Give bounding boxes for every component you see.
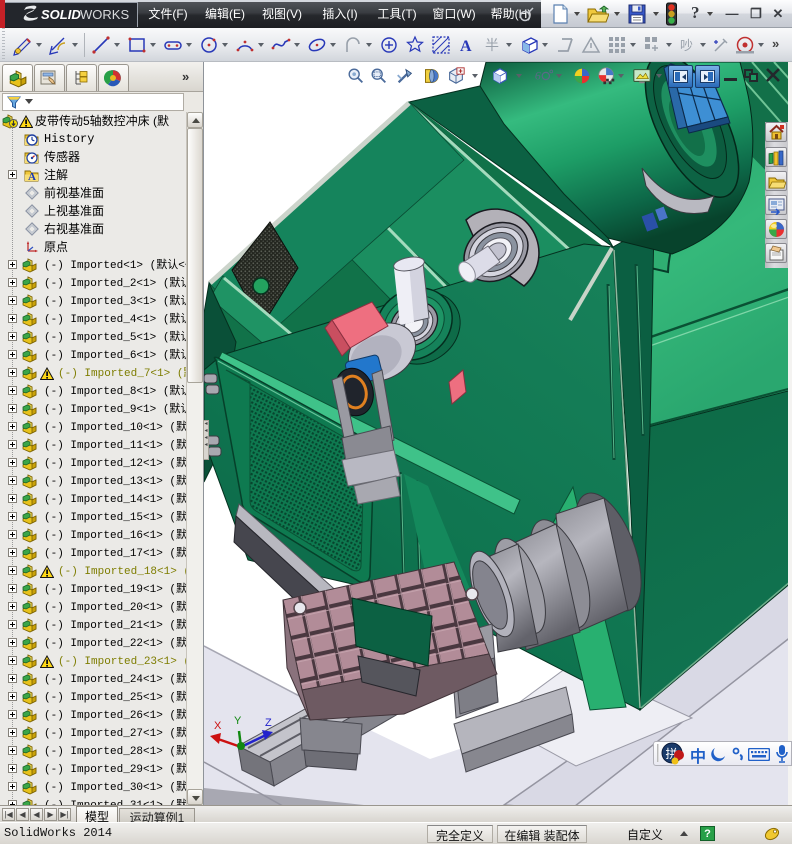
svg-text:SOLID: SOLID xyxy=(41,7,81,22)
svg-text:WORKS: WORKS xyxy=(80,7,129,22)
svg-text:吵: 吵 xyxy=(680,38,693,53)
svg-text:A: A xyxy=(460,38,472,55)
svg-text:Y: Y xyxy=(234,715,242,727)
svg-text:X: X xyxy=(214,720,222,732)
svg-text:Z: Z xyxy=(265,717,272,729)
svg-text:A: A xyxy=(28,171,36,181)
svg-text:半: 半 xyxy=(485,37,499,53)
